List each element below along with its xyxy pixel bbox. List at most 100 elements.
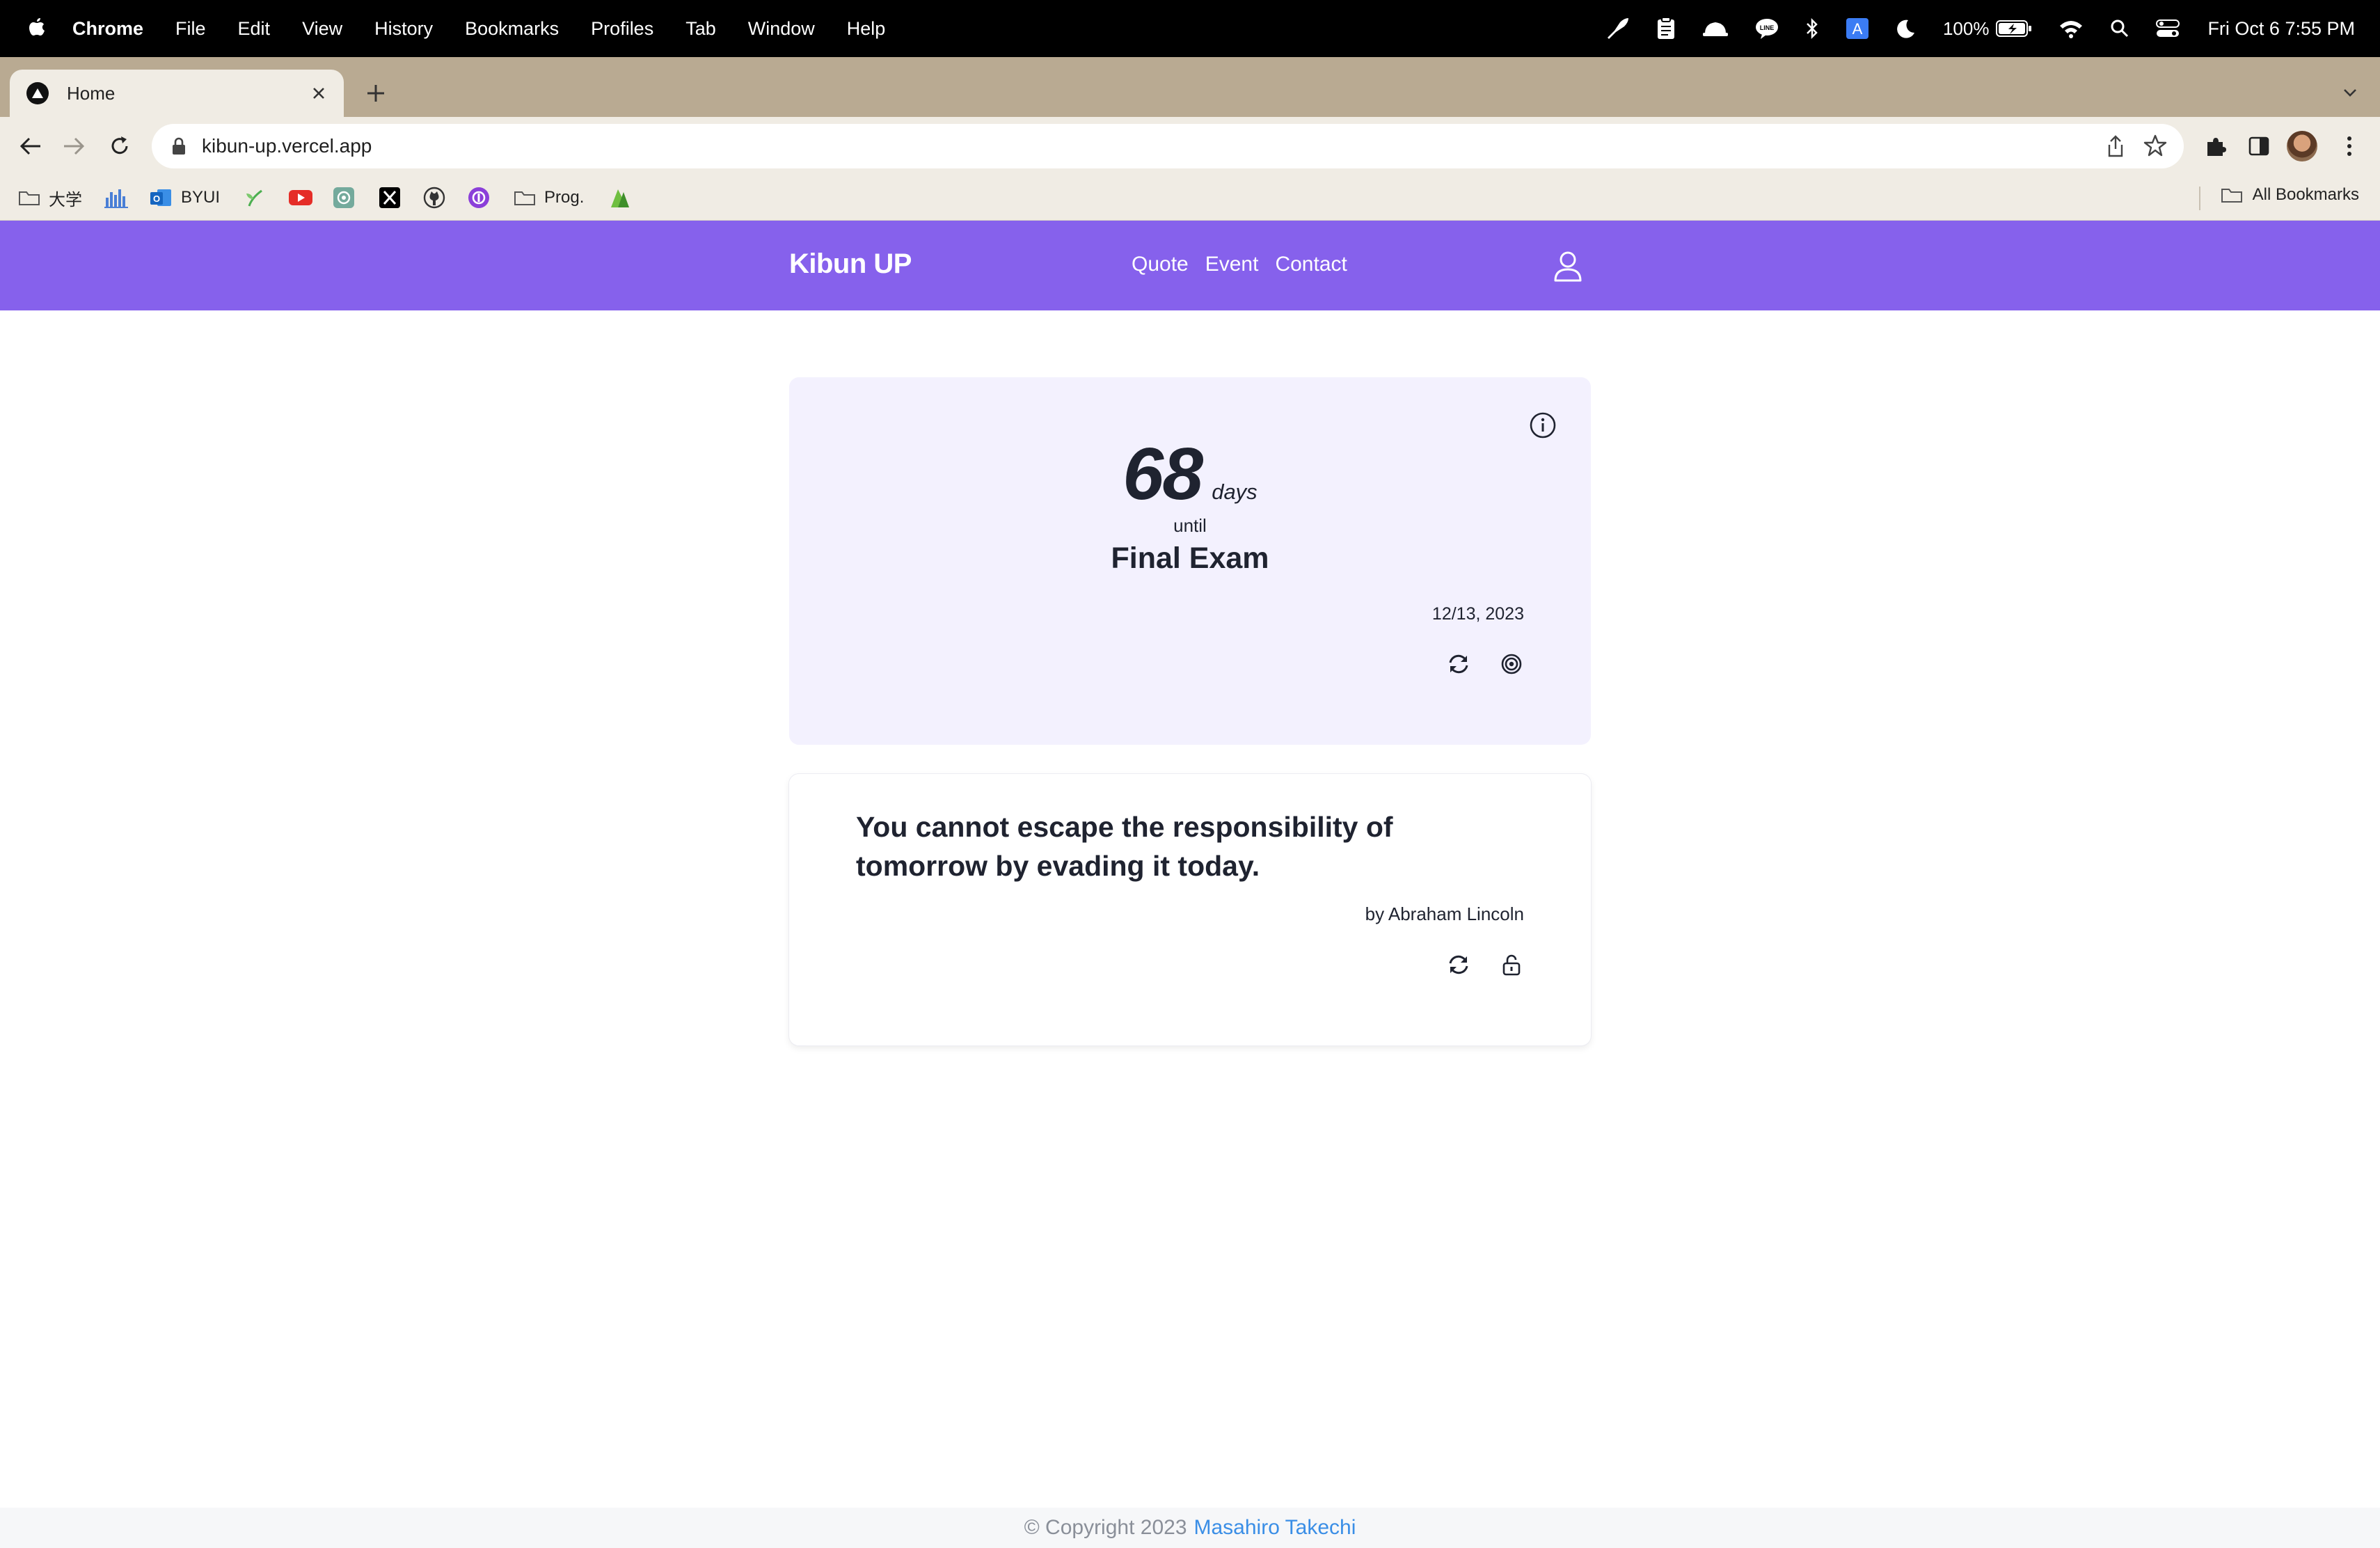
site-brand-logo[interactable]: Kibun UP (789, 248, 912, 280)
new-tab-plus-icon[interactable] (362, 79, 390, 107)
bookmark-label: Prog. (544, 188, 585, 207)
bookmark-folder-daigaku[interactable]: 大学 (18, 185, 82, 210)
menu-edit[interactable]: Edit (238, 18, 271, 40)
browser-tab-home[interactable]: Home (10, 70, 344, 117)
extensions-puzzle-icon[interactable] (2200, 131, 2231, 161)
bookmark-purple[interactable] (468, 185, 490, 210)
bookmark-byui[interactable]: O BYUI (149, 185, 220, 210)
bookmark-analytics[interactable] (104, 185, 129, 210)
site-header: Kibun UP Quote Event Contact (0, 221, 2380, 310)
quote-author: by Abraham Lincoln (1365, 903, 1524, 924)
line-app-icon[interactable]: LINE (1755, 17, 1779, 40)
address-bar[interactable]: kibun-up.vercel.app (152, 124, 2184, 168)
unlock-icon[interactable] (1498, 951, 1525, 979)
close-tab-icon[interactable] (308, 82, 330, 104)
browser-tab-strip: Home (0, 57, 2380, 117)
bookmark-leaf[interactable] (608, 185, 632, 210)
menu-profiles[interactable]: Profiles (591, 18, 653, 40)
spotlight-search-icon[interactable] (2110, 19, 2129, 38)
folder-icon (19, 191, 40, 205)
event-date: 12/13, 2023 (1431, 604, 1524, 624)
svg-text:O: O (153, 194, 160, 204)
days-count: 68 (1122, 433, 1203, 515)
all-bookmarks-button[interactable]: All Bookmarks (2221, 185, 2359, 205)
cloud-hat-icon[interactable] (1702, 18, 1729, 39)
clipboard-icon[interactable] (1656, 17, 1676, 40)
bookmark-chatgpt[interactable] (333, 185, 355, 210)
info-icon[interactable] (1528, 411, 1557, 440)
bookmark-star-icon[interactable] (2143, 134, 2167, 157)
target-goal-icon[interactable] (1498, 650, 1525, 678)
x-icon (379, 187, 400, 208)
user-profile-icon[interactable] (1550, 248, 1585, 283)
bluetooth-icon[interactable] (1805, 17, 1819, 40)
bar-chart-icon (104, 189, 128, 208)
forward-arrow-icon[interactable] (58, 131, 89, 161)
all-bookmarks-label: All Bookmarks (2252, 185, 2359, 204)
tab-search-chevron-icon[interactable] (2340, 82, 2361, 103)
leaf-icon (611, 189, 629, 207)
purple-circle-icon (468, 187, 489, 208)
menu-help[interactable]: Help (847, 18, 886, 40)
github-icon (423, 187, 445, 209)
reload-icon[interactable] (104, 131, 135, 161)
menu-bar-status-area: LINE A 100% Fri Oct 6 7:55 PM (1578, 0, 2355, 57)
bookmark-x[interactable] (379, 185, 401, 210)
share-icon[interactable] (2106, 135, 2125, 157)
bookmark-label: 大学 (49, 190, 82, 210)
vercel-favicon-icon (26, 82, 49, 104)
menu-file[interactable]: File (175, 18, 206, 40)
site-nav: Quote Event Contact (1132, 253, 1364, 276)
bookmark-folder-prog[interactable]: Prog. (514, 185, 584, 210)
bookmarks-bar: 大学 O BYUI Prog. All Bookmarks (0, 175, 2380, 221)
chrome-menu-kebab-icon[interactable] (2334, 131, 2365, 161)
input-source-icon[interactable]: A (1846, 17, 1869, 40)
quote-card: You cannot escape the responsibility of … (789, 774, 1591, 1045)
menu-history[interactable]: History (374, 18, 433, 40)
back-arrow-icon[interactable] (15, 131, 46, 161)
moon-icon[interactable] (1896, 18, 1917, 39)
openai-icon (333, 187, 354, 208)
url-text[interactable]: kibun-up.vercel.app (202, 135, 372, 157)
bookmark-label: BYUI (181, 188, 221, 207)
control-center-icon[interactable] (2156, 19, 2180, 38)
site-footer: © Copyright 2023 Masahiro Takechi (0, 1508, 2380, 1548)
side-panel-icon[interactable] (2244, 131, 2274, 161)
menu-bar-clock[interactable]: Fri Oct 6 7:55 PM (2207, 18, 2355, 40)
bookmarks-separator (2199, 187, 2200, 210)
days-remaining: 68 days (789, 437, 1591, 511)
browser-toolbar: kibun-up.vercel.app (0, 117, 2380, 175)
battery-icon[interactable] (1996, 19, 2032, 38)
svg-text:LINE: LINE (1760, 24, 1775, 31)
folder-icon (514, 191, 535, 205)
svg-text:A: A (1853, 20, 1863, 38)
bookmark-sprout[interactable] (244, 185, 266, 210)
event-countdown-card: 68 days until Final Exam 12/13, 2023 (789, 377, 1591, 745)
profile-avatar[interactable] (2287, 131, 2317, 161)
menu-app-name[interactable]: Chrome (72, 18, 143, 40)
nav-link-contact[interactable]: Contact (1275, 253, 1347, 276)
nav-link-event[interactable]: Event (1205, 253, 1259, 276)
apple-icon[interactable] (26, 17, 47, 40)
menu-window[interactable]: Window (748, 18, 815, 40)
footer-author-link[interactable]: Masahiro Takechi (1194, 1516, 1356, 1540)
menu-tab[interactable]: Tab (685, 18, 716, 40)
nav-link-quote[interactable]: Quote (1132, 253, 1189, 276)
bookmark-youtube[interactable] (288, 185, 313, 210)
sprout-icon (246, 189, 262, 207)
tab-title: Home (67, 82, 116, 104)
outlook-icon: O (150, 189, 171, 206)
bookmark-github[interactable] (423, 185, 445, 210)
youtube-icon (289, 190, 312, 205)
refresh-quote-icon[interactable] (1445, 951, 1473, 979)
lock-icon[interactable] (171, 137, 187, 155)
wifi-icon[interactable] (2058, 19, 2084, 38)
menu-view[interactable]: View (302, 18, 342, 40)
menu-bookmarks[interactable]: Bookmarks (465, 18, 559, 40)
rocket-icon[interactable] (1605, 17, 1630, 40)
refresh-event-icon[interactable] (1445, 650, 1473, 678)
days-unit-label: days (1212, 480, 1258, 504)
quote-text: You cannot escape the responsibility of … (856, 811, 1393, 882)
folder-icon (2221, 189, 2242, 203)
battery-percent: 100% (1942, 17, 1990, 39)
